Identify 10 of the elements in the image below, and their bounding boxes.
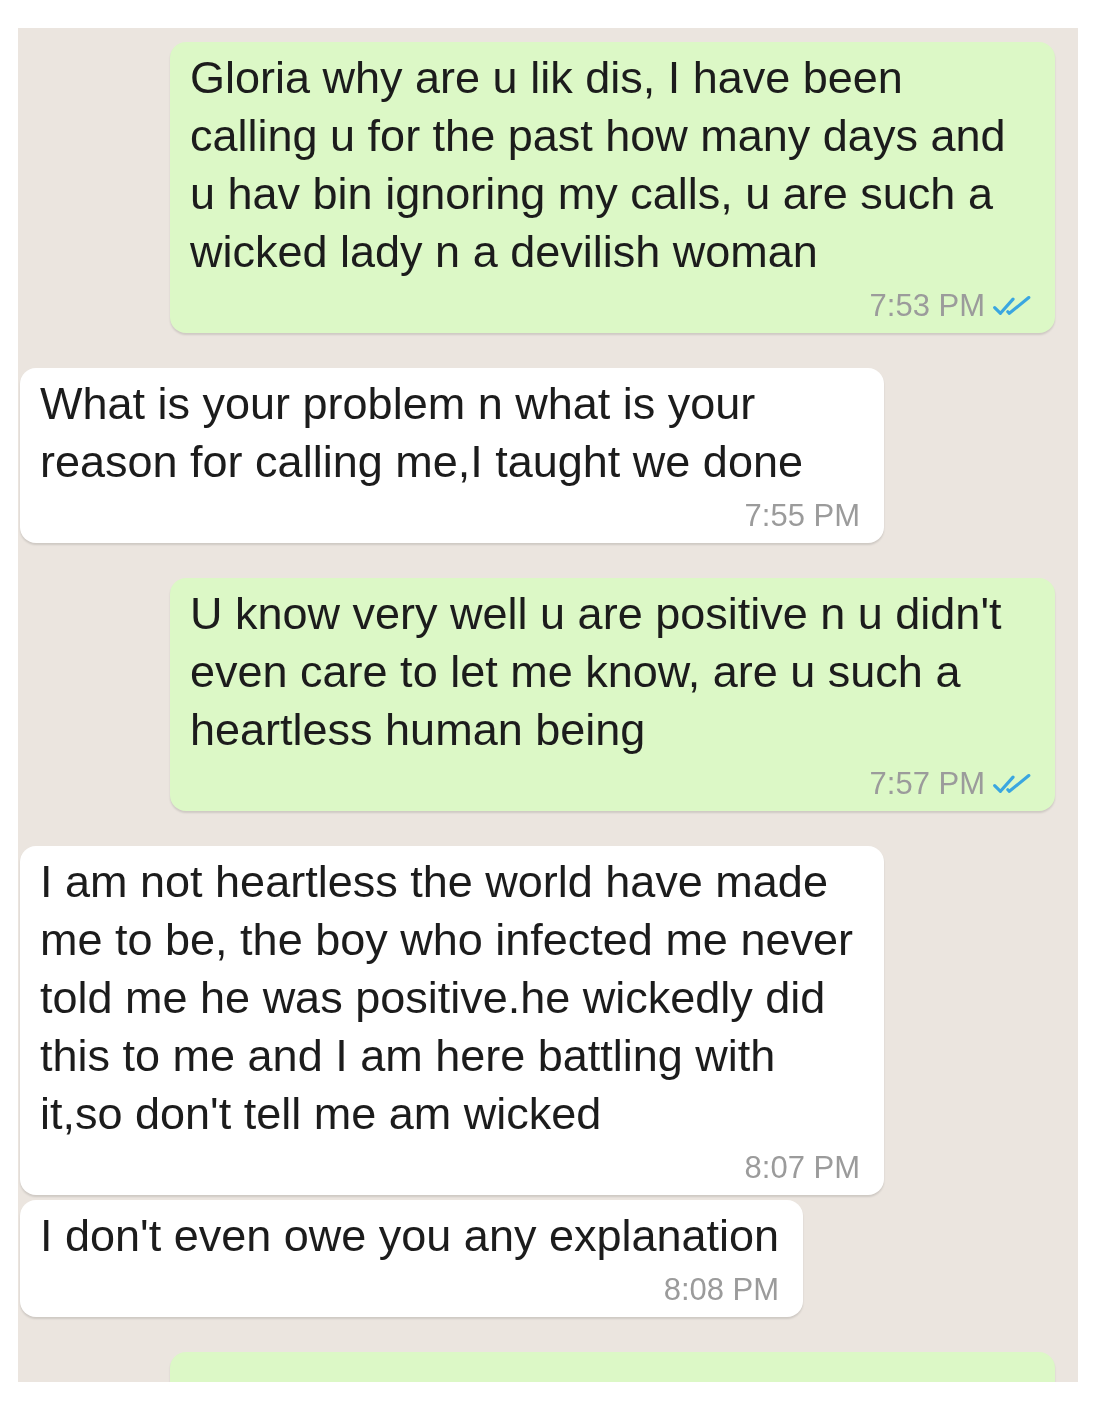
message-text: What is your problem n what is your reason for calling me,I taught we done [40,377,804,489]
message-time: 7:57 PM [869,768,985,800]
message-text: Gloria why are u lik dis, I have been calling u for the past how many days and u hav bin ignoring my calls, u are such a wicked lady n a devilish woman [190,51,1007,279]
message-text: U know very well u are positive n u didn't even care to let me know, are u such a heartless human being [190,587,1003,757]
message-text: I am not heartless the world have made me to be, the boy who infected me never told me he was positive.he wickedly did this to me and I am here battling with it,so don't tell me am wicked [40,855,854,1141]
message-text: I don't even owe you any explanation [40,1209,780,1263]
message-time: 7:55 PM [744,500,860,532]
message-time: 7:53 PM [869,290,985,322]
message-time: 8:07 PM [744,1152,860,1184]
message-time: 8:08 PM [663,1274,780,1306]
